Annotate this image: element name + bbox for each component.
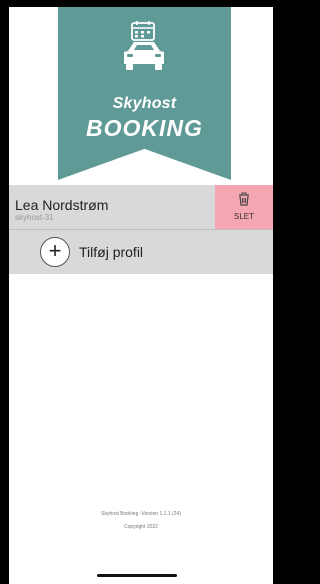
trash-icon (239, 192, 249, 206)
delete-profile-button[interactable]: SLET (215, 185, 273, 229)
version-text: Skyhost Booking -Version 1.1.1 (24) (101, 511, 181, 517)
app-screen: Skyhost BOOKING Lea Nordstrøm skyhost-31… (9, 7, 273, 584)
plus-icon[interactable]: + (40, 237, 70, 267)
home-indicator[interactable] (97, 574, 177, 577)
add-profile-label: Tilføj profil (79, 244, 144, 260)
add-profile-row[interactable]: + Tilføj profil (9, 230, 273, 274)
brand-subtitle: BOOKING (86, 115, 203, 141)
car-calendar-icon (124, 21, 164, 70)
brand-name: Skyhost (112, 95, 177, 112)
delete-label: SLET (233, 212, 254, 221)
profile-row[interactable]: Lea Nordstrøm skyhost-31 SLET (9, 185, 273, 230)
copyright-text: Copyright 2022 (124, 524, 158, 530)
brand-banner: Skyhost BOOKING (58, 7, 231, 180)
profile-name: Lea Nordstrøm (15, 197, 109, 213)
profile-id: skyhost-31 (15, 213, 54, 222)
